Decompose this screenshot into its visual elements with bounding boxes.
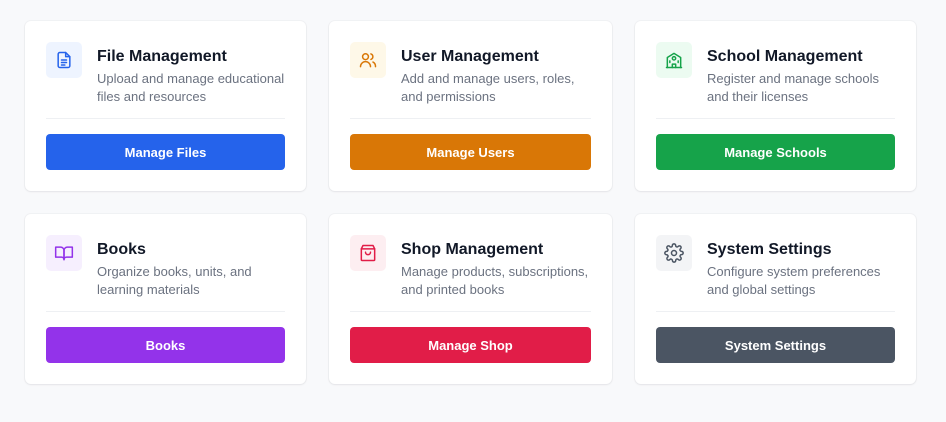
system-settings-card: System Settings Configure system prefere… xyxy=(635,214,916,384)
card-title: Shop Management xyxy=(401,241,544,258)
divider xyxy=(46,311,285,312)
dashboard-grid: File Management Upload and manage educat… xyxy=(25,21,916,384)
card-description: Configure system preferences and global … xyxy=(707,264,881,297)
books-card: Books Organize books, units, and learnin… xyxy=(25,214,306,384)
card-title: School Management xyxy=(707,48,863,65)
divider xyxy=(656,311,895,312)
system-settings-button[interactable]: System Settings xyxy=(656,327,895,363)
file-management-card: File Management Upload and manage educat… xyxy=(25,21,306,191)
divider xyxy=(350,311,591,312)
school-icon xyxy=(656,42,692,78)
manage-schools-button[interactable]: Manage Schools xyxy=(656,134,895,170)
card-title: Books xyxy=(97,241,146,258)
card-description: Register and manage schools and their li… xyxy=(707,71,879,104)
divider xyxy=(46,118,285,119)
card-description: Upload and manage educational files and … xyxy=(97,71,285,104)
card-description: Add and manage users, roles, and permiss… xyxy=(401,71,575,104)
user-management-card: User Management Add and manage users, ro… xyxy=(329,21,612,191)
books-button[interactable]: Books xyxy=(46,327,285,363)
card-title: User Management xyxy=(401,48,539,65)
card-description: Organize books, units, and learning mate… xyxy=(97,264,252,297)
card-title: File Management xyxy=(97,48,227,65)
shopping-bag-icon xyxy=(350,235,386,271)
shop-management-card: Shop Management Manage products, subscri… xyxy=(329,214,612,384)
manage-files-button[interactable]: Manage Files xyxy=(46,134,285,170)
divider xyxy=(350,118,591,119)
book-icon xyxy=(46,235,82,271)
divider xyxy=(656,118,895,119)
gear-icon xyxy=(656,235,692,271)
file-icon xyxy=(46,42,82,78)
manage-users-button[interactable]: Manage Users xyxy=(350,134,591,170)
card-title: System Settings xyxy=(707,241,832,258)
card-description: Manage products, subscriptions, and prin… xyxy=(401,264,589,297)
users-icon xyxy=(350,42,386,78)
school-management-card: School Management Register and manage sc… xyxy=(635,21,916,191)
manage-shop-button[interactable]: Manage Shop xyxy=(350,327,591,363)
